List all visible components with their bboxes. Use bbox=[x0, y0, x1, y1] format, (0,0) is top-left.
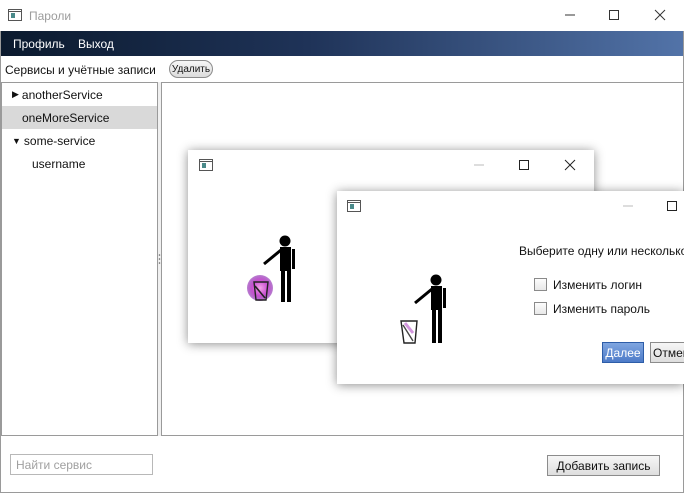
tree-item-label: anotherService bbox=[21, 87, 103, 102]
menu-bar: Профиль Выход bbox=[1, 31, 683, 56]
change-login-label[interactable]: Изменить логин bbox=[553, 278, 642, 292]
options-prompt: Выберите одну или несколько bbox=[519, 244, 684, 258]
change-login-checkbox[interactable] bbox=[534, 278, 547, 291]
tree-item-label: username bbox=[32, 156, 86, 171]
minimize-icon bbox=[474, 164, 484, 166]
collapse-arrow-icon[interactable]: ▼ bbox=[12, 136, 21, 146]
toolbar: Сервисы и учётные записи Удалить bbox=[1, 56, 683, 82]
close-icon bbox=[654, 9, 666, 21]
tree-item-anotherservice[interactable]: ▶ anotherService bbox=[2, 83, 157, 106]
maximize-icon bbox=[519, 160, 529, 170]
app-icon bbox=[347, 200, 361, 212]
minimize-icon bbox=[623, 205, 633, 207]
trash-figure-icon bbox=[400, 274, 446, 344]
maximize-icon bbox=[609, 10, 619, 20]
add-record-button[interactable]: Добавить запись bbox=[547, 455, 660, 476]
minimize-button[interactable] bbox=[608, 192, 648, 220]
maximize-icon bbox=[667, 201, 677, 211]
cancel-button[interactable]: Отмена bbox=[650, 342, 684, 363]
maximize-button[interactable] bbox=[652, 192, 684, 220]
change-password-checkbox[interactable] bbox=[534, 302, 547, 315]
tree-item-label: some-service bbox=[23, 133, 96, 148]
minimize-button[interactable] bbox=[553, 0, 587, 30]
change-password-label[interactable]: Изменить пароль bbox=[553, 302, 650, 316]
maximize-button[interactable] bbox=[597, 0, 631, 30]
maximize-button[interactable] bbox=[504, 151, 544, 179]
tree-item-onemoreservice[interactable]: oneMoreService bbox=[2, 106, 157, 129]
minimize-button[interactable] bbox=[459, 151, 499, 179]
tree-item-username[interactable]: username bbox=[2, 152, 157, 175]
services-tree: ▶ anotherService oneMoreService ▼ some-s… bbox=[1, 82, 158, 436]
close-icon bbox=[564, 159, 576, 171]
close-button[interactable] bbox=[550, 151, 590, 179]
options-dialog: Выберите одну или несколько Изменить лог… bbox=[337, 191, 684, 384]
title-bar[interactable]: Пароли bbox=[0, 0, 684, 31]
delete-button[interactable]: Удалить bbox=[169, 60, 213, 78]
close-button[interactable] bbox=[643, 0, 677, 30]
menu-exit[interactable]: Выход bbox=[78, 37, 114, 51]
window-title: Пароли bbox=[29, 9, 72, 23]
expand-arrow-icon[interactable]: ▶ bbox=[12, 89, 19, 100]
app-icon bbox=[199, 159, 213, 171]
minimize-icon bbox=[565, 14, 575, 16]
tree-item-some-service[interactable]: ▼ some-service bbox=[2, 129, 157, 152]
app-icon bbox=[8, 9, 22, 21]
search-input[interactable] bbox=[10, 454, 153, 475]
menu-profile[interactable]: Профиль bbox=[13, 37, 65, 51]
trash-figure-icon bbox=[247, 235, 295, 302]
tree-item-label: oneMoreService bbox=[22, 110, 110, 125]
next-button[interactable]: Далее bbox=[602, 342, 644, 363]
services-label: Сервисы и учётные записи bbox=[5, 63, 156, 77]
